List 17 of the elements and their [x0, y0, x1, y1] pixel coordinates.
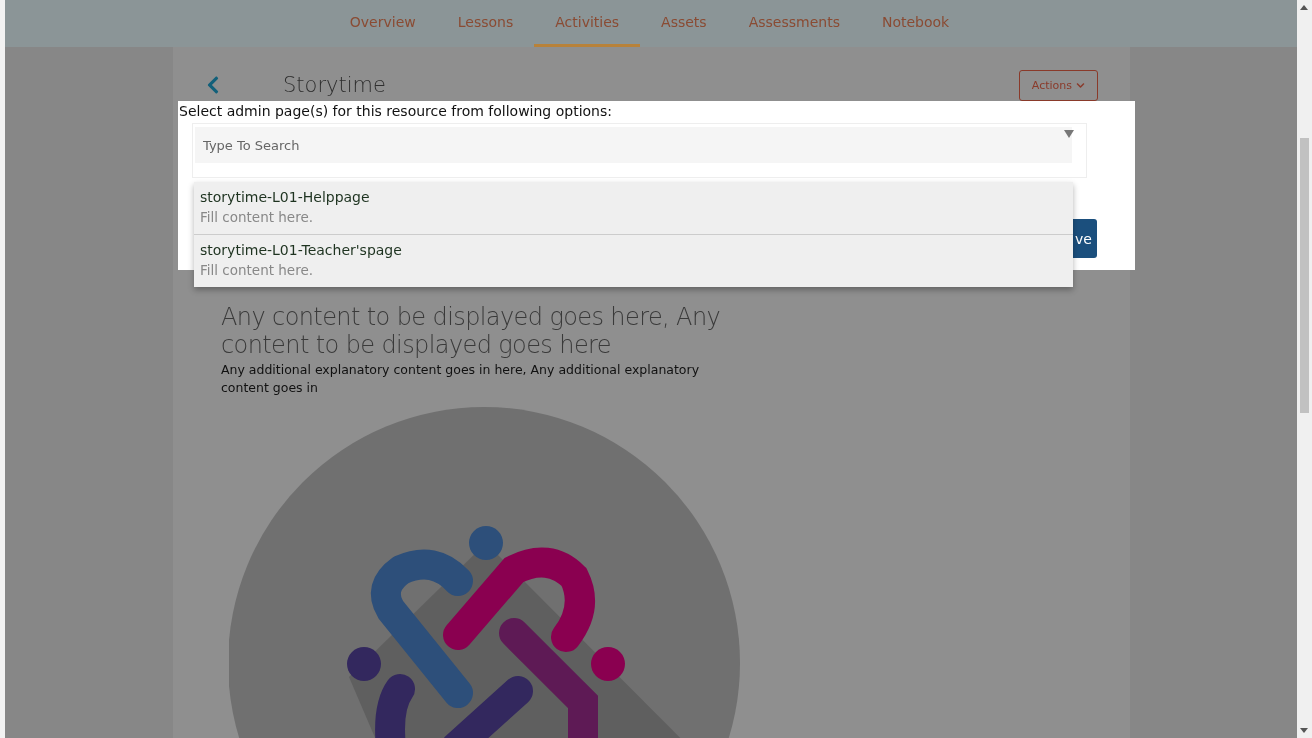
dropdown-option[interactable]: storytime-L01-Helppage Fill content here. [194, 182, 1073, 235]
modal-label: Select admin page(s) for this resource from following options: [179, 103, 613, 119]
nav-tab[interactable]: Assessments [727, 0, 861, 47]
scrollbar[interactable] [1297, 0, 1312, 738]
search-field[interactable]: Type To Search [195, 127, 1072, 163]
content-heading: Any content to be displayed goes here, Any content to be displayed goes here [221, 303, 722, 359]
nav-tab[interactable]: Overview [328, 0, 437, 47]
actions-button[interactable]: Actions [1018, 69, 1098, 101]
page-title: Storytime [283, 73, 387, 97]
nav-tab[interactable]: Notebook [860, 0, 971, 47]
nav-tab[interactable]: Lessons [436, 0, 535, 47]
content-text: Any additional explanatory content goes in here, Any additional explanatory content goes in [221, 361, 701, 397]
dropdown-triangle-icon[interactable] [1064, 130, 1074, 138]
dropdown-option[interactable]: storytime-L01-Teacher'spage Fill content here. [194, 235, 1073, 287]
nav-tab[interactable]: Assets [640, 0, 728, 47]
save-button[interactable]: ve [1073, 219, 1097, 258]
chevron-down-icon [1076, 80, 1085, 90]
